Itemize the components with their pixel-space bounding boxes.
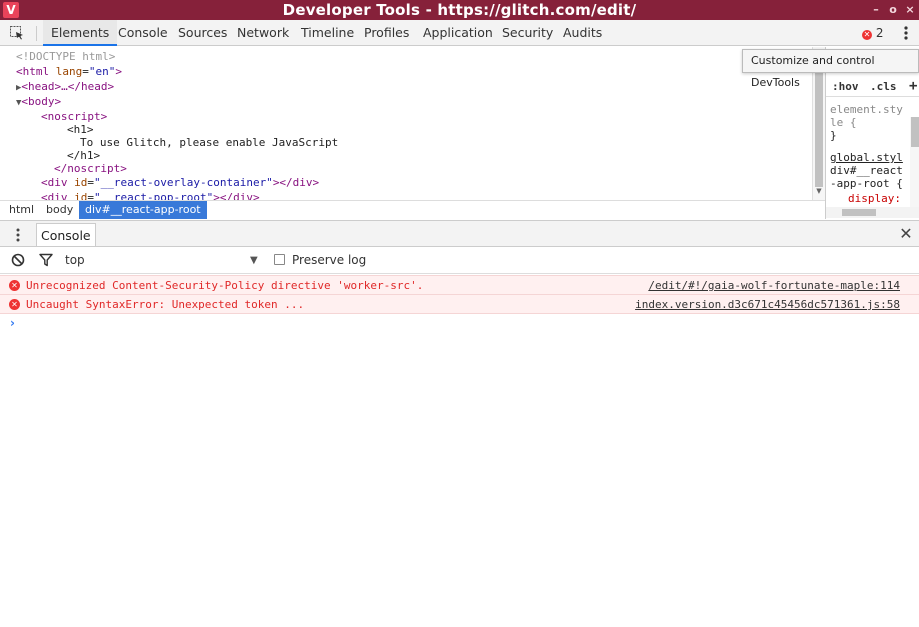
close-drawer-icon[interactable]: ✕ bbox=[898, 225, 914, 243]
hov-toggle[interactable]: :hov bbox=[832, 80, 859, 93]
add-rule-icon[interactable]: + bbox=[909, 78, 917, 94]
tab-console[interactable]: Console bbox=[118, 20, 168, 46]
styles-vscrollbar-thumb[interactable] bbox=[911, 117, 919, 147]
error-source-link[interactable]: index.version.d3c671c45456dc571361.js:58 bbox=[635, 295, 900, 314]
error-count-badge[interactable]: ✕ 2 bbox=[862, 26, 883, 40]
dom-node-pop-root-div[interactable]: <div id="__react-pop-root"></div> bbox=[41, 190, 260, 200]
error-icon: ✕ bbox=[9, 299, 20, 310]
dom-node-body[interactable]: ▼<body> bbox=[16, 94, 61, 109]
breadcrumb-selected[interactable]: div#__react-app-root bbox=[79, 201, 207, 219]
clear-console-icon[interactable] bbox=[11, 253, 25, 267]
dom-node-noscript-close[interactable]: </noscript> bbox=[54, 161, 127, 176]
tab-separator bbox=[36, 26, 37, 41]
error-icon: ✕ bbox=[862, 30, 872, 40]
error-text: Unrecognized Content-Security-Policy dir… bbox=[26, 279, 424, 292]
breadcrumb: html body div#__react-app-root bbox=[0, 200, 825, 219]
tab-audits[interactable]: Audits bbox=[563, 20, 602, 46]
breadcrumb-html[interactable]: html bbox=[3, 201, 40, 219]
tab-elements[interactable]: Elements bbox=[43, 20, 118, 46]
element-style-selector-cont: le { bbox=[830, 116, 857, 129]
rule-selector-cont: -app-root { bbox=[830, 177, 903, 190]
tab-application[interactable]: Application bbox=[423, 20, 493, 46]
styles-toolbar: :hov .cls + bbox=[826, 75, 919, 97]
console-error-message: ✕ Unrecognized Content-Security-Policy d… bbox=[0, 275, 919, 295]
console-toolbar: top ▼ Preserve log bbox=[0, 247, 919, 274]
console-prompt[interactable]: › bbox=[10, 316, 15, 330]
tab-network[interactable]: Network bbox=[237, 20, 289, 46]
element-style-selector: element.sty bbox=[830, 103, 903, 116]
dom-tree: <!DOCTYPE html> <html lang="en"> ▶<head>… bbox=[0, 47, 812, 200]
minimize-button[interactable]: – bbox=[869, 0, 883, 20]
dom-node-doctype[interactable]: <!DOCTYPE html> bbox=[16, 49, 115, 64]
inspect-element-icon[interactable] bbox=[10, 26, 24, 40]
tab-security[interactable]: Security bbox=[502, 20, 553, 46]
dom-node-overlay-div[interactable]: <div id="__react-overlay-container"></di… bbox=[41, 175, 319, 190]
rule-selector: div#__react bbox=[830, 164, 903, 177]
window-title: Developer Tools - https://glitch.com/edi… bbox=[282, 1, 637, 19]
error-icon: ✕ bbox=[9, 280, 20, 291]
dom-text-node[interactable]: To use Glitch, please enable JavaScript bbox=[80, 135, 338, 150]
element-style-close: } bbox=[830, 129, 837, 142]
context-select[interactable]: top bbox=[65, 247, 85, 273]
console-error-message: ✕ Uncaught SyntaxError: Unexpected token… bbox=[0, 294, 919, 314]
error-text: Uncaught SyntaxError: Unexpected token .… bbox=[26, 298, 305, 311]
styles-hscrollbar[interactable] bbox=[826, 207, 919, 218]
devtools-tab-bar: Elements Console Sources Network Timelin… bbox=[0, 20, 919, 46]
preserve-log-label[interactable]: Preserve log bbox=[292, 247, 366, 273]
tab-profiles[interactable]: Profiles bbox=[364, 20, 409, 46]
styles-hscrollbar-thumb[interactable] bbox=[842, 209, 876, 216]
scroll-down-icon[interactable]: ▼ bbox=[815, 187, 823, 195]
more-options-icon[interactable] bbox=[900, 25, 912, 41]
tab-timeline[interactable]: Timeline bbox=[301, 20, 354, 46]
tooltip: Customize and control DevTools bbox=[742, 49, 919, 89]
filter-icon[interactable] bbox=[39, 253, 53, 267]
error-source-link[interactable]: /edit/#!/gaia-wolf-fortunate-maple:114 bbox=[648, 276, 900, 295]
tab-sources[interactable]: Sources bbox=[178, 20, 227, 46]
drawer-tab-console[interactable]: Console bbox=[36, 223, 96, 246]
maximize-button[interactable]: o bbox=[886, 0, 900, 20]
preserve-log-checkbox[interactable] bbox=[274, 254, 285, 265]
error-count: 2 bbox=[875, 26, 884, 40]
dom-scrollbar-thumb[interactable] bbox=[815, 72, 823, 187]
chevron-down-icon[interactable]: ▼ bbox=[250, 255, 258, 266]
close-window-button[interactable]: × bbox=[903, 0, 917, 20]
drawer-header: Console ✕ bbox=[0, 220, 919, 247]
title-bar: V Developer Tools - https://glitch.com/e… bbox=[0, 0, 919, 20]
css-property[interactable]: display: bbox=[848, 192, 901, 205]
drawer-menu-icon[interactable] bbox=[12, 227, 24, 243]
styles-vscrollbar[interactable] bbox=[910, 117, 919, 217]
stylesheet-link[interactable]: global.styl bbox=[830, 151, 903, 164]
cls-toggle[interactable]: .cls bbox=[870, 80, 897, 93]
dom-node-html[interactable]: <html lang="en"> bbox=[16, 64, 122, 79]
dom-node-head[interactable]: ▶<head>…</head> bbox=[16, 79, 114, 94]
breadcrumb-body[interactable]: body bbox=[40, 201, 79, 219]
